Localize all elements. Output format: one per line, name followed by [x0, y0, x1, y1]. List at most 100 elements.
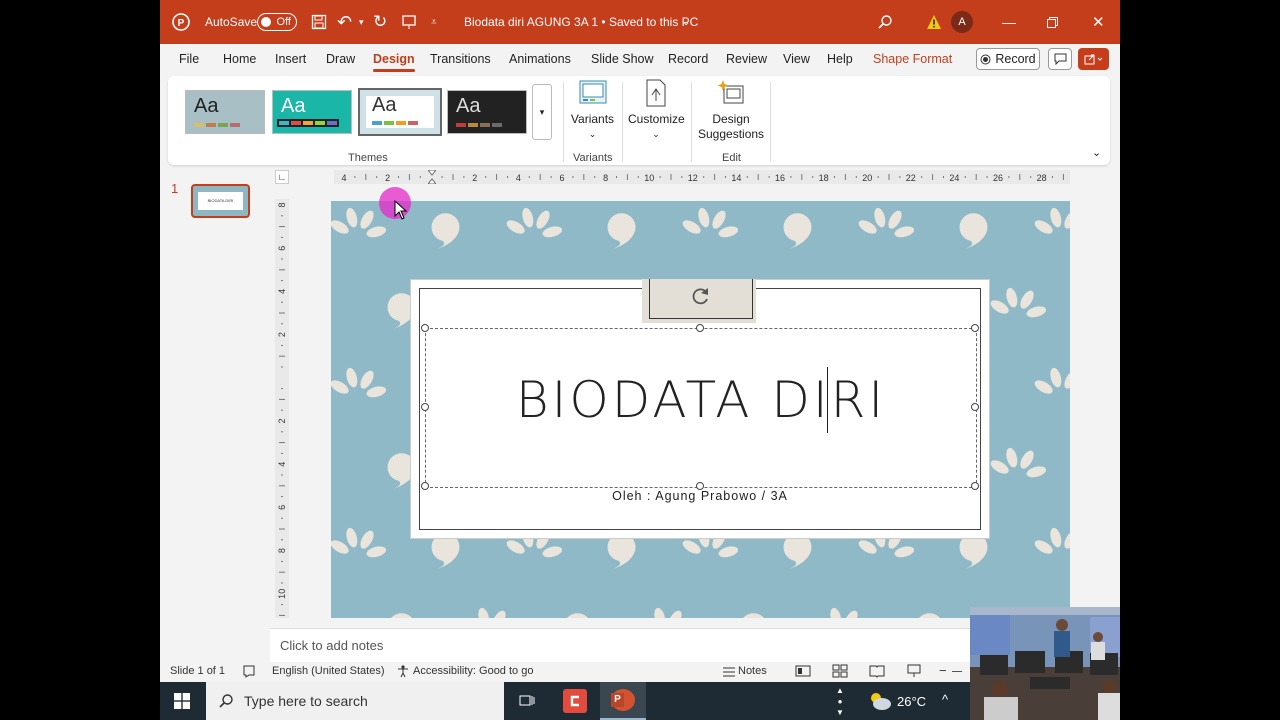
normal-view-icon[interactable] — [795, 664, 811, 681]
restore-icon[interactable] — [1047, 0, 1058, 44]
close-icon[interactable]: ✕ — [1092, 0, 1105, 44]
windows-start-icon[interactable] — [174, 693, 190, 712]
slide-count: Slide 1 of 1 — [170, 665, 226, 677]
theme-thumbnail-3-selected[interactable]: Aa — [358, 88, 442, 136]
language[interactable]: English (United States) — [272, 665, 385, 677]
tab-selector[interactable]: ∟ — [275, 170, 289, 184]
leaf-motif — [1034, 207, 1070, 234]
customize-toolbar-icon[interactable]: ⩡ — [431, 0, 437, 44]
redo-icon[interactable]: ↻ — [373, 0, 387, 44]
paisley-motif — [919, 613, 940, 618]
ruler-label: 10 — [644, 173, 654, 183]
tab-design[interactable]: Design — [373, 44, 415, 74]
minimize-icon[interactable]: — — [1002, 0, 1016, 44]
weather-icon[interactable] — [868, 690, 892, 715]
variants-icon — [579, 80, 606, 104]
tab-review[interactable]: Review — [726, 44, 767, 74]
slide-canvas[interactable]: BIODATA DIRI Oleh : Agung Prabowo / 3A — [331, 201, 1070, 618]
record-button[interactable]: Record — [976, 48, 1040, 70]
resize-handle-top-right[interactable] — [971, 324, 979, 332]
task-view-icon[interactable] — [518, 692, 536, 713]
powerpoint-logo-icon: P — [172, 0, 190, 44]
reading-view-icon[interactable] — [869, 664, 885, 681]
account-avatar[interactable]: A — [951, 11, 973, 33]
vertical-ruler-ticks: 8 6 4 2 2 4 6 8 10 — [277, 202, 287, 627]
theme-thumbnail-1[interactable]: Aa — [185, 90, 265, 134]
theme-thumbnail-4[interactable]: Aa — [447, 90, 527, 134]
tab-help[interactable]: Help — [827, 44, 853, 74]
undo-dropdown-icon[interactable]: ▾ — [359, 0, 364, 44]
tab-record[interactable]: Record — [668, 44, 708, 74]
tab-animations[interactable]: Animations — [509, 44, 571, 74]
leaf-motif — [1034, 527, 1070, 554]
undo-icon[interactable]: ↶ — [337, 0, 352, 44]
variants-button[interactable]: Variants ⌄ — [570, 78, 615, 142]
present-icon[interactable] — [401, 0, 417, 44]
right-black-border — [1120, 0, 1280, 682]
comment-icon — [1054, 53, 1066, 65]
tab-slide-show[interactable]: Slide Show — [591, 44, 654, 74]
slide-title[interactable]: BIODATA DIRI — [426, 371, 976, 429]
taskbar-search-box[interactable]: Type here to search — [206, 682, 504, 720]
mouse-pointer-icon — [394, 199, 408, 223]
ruler-label: 4 — [516, 173, 521, 183]
tab-view[interactable]: View — [783, 44, 810, 74]
title-placeholder-selection[interactable]: BIODATA DIRI — [425, 328, 977, 488]
leaf-motif — [331, 527, 387, 558]
notes-button[interactable]: Notes — [738, 665, 767, 677]
tray-chevron-up-icon[interactable]: ^ — [942, 692, 948, 707]
resize-handle-top-left[interactable] — [421, 324, 429, 332]
spellcheck-icon[interactable] — [242, 664, 256, 681]
title-bar: P AutoSave Off ↶ ▾ ↻ ⩡ Biodata diri AGUN… — [160, 0, 1120, 44]
slide-subtitle[interactable]: Oleh : Agung Prabowo / 3A — [410, 489, 990, 503]
variants-chevron-icon: ⌄ — [588, 129, 597, 139]
slide-sorter-icon[interactable] — [832, 664, 848, 681]
scroll-arrows-icon[interactable]: ▲ ● ▼ — [835, 685, 845, 720]
search-icon[interactable] — [877, 0, 893, 44]
zoom-slider[interactable] — [952, 671, 962, 672]
theme-sample-text: Aa — [456, 95, 481, 117]
ruler-label: 22 — [906, 173, 916, 183]
tab-transitions[interactable]: Transitions — [430, 44, 491, 74]
customize-button[interactable]: Customize ⌄ — [628, 78, 685, 142]
slide-thumbnail-1[interactable]: BIODATA DIRI — [191, 184, 250, 218]
leaf-motif — [1034, 367, 1070, 394]
screen-recorder-app-icon[interactable] — [563, 689, 587, 713]
notes-placeholder[interactable]: Click to add notes — [280, 638, 383, 653]
notes-icon — [722, 664, 736, 681]
design-suggestions-button[interactable]: Design Suggestions — [698, 78, 764, 142]
ruler-label: 18 — [819, 173, 829, 183]
theme-sample-text: Aa — [194, 95, 219, 117]
themes-more-button[interactable]: ▾ — [532, 84, 552, 140]
autosave-toggle[interactable]: Off — [257, 13, 297, 31]
resize-handle-right[interactable] — [971, 403, 979, 411]
tab-draw[interactable]: Draw — [326, 44, 355, 74]
powerpoint-taskbar-button[interactable]: P — [600, 682, 646, 720]
document-title[interactable]: Biodata diri AGUNG 3A 1 • Saved to this … — [464, 0, 698, 44]
svg-text:P: P — [178, 18, 185, 29]
indent-marker[interactable] — [426, 169, 438, 185]
ruler-label: 8 — [603, 173, 608, 183]
warning-icon[interactable] — [926, 0, 942, 44]
tab-shape-format[interactable]: Shape Format — [873, 44, 952, 74]
slideshow-view-icon[interactable] — [906, 664, 922, 681]
collapse-ribbon-icon[interactable]: ⌄ — [1092, 146, 1101, 159]
theme-thumbnail-2[interactable]: Aa — [272, 90, 352, 134]
rotate-handle-icon[interactable] — [689, 285, 711, 310]
comments-button[interactable] — [1048, 48, 1072, 70]
title-chevron-down-icon[interactable]: ⌄ — [682, 0, 690, 44]
save-icon[interactable] — [311, 0, 327, 44]
ruler-label: 6 — [559, 173, 564, 183]
tab-file[interactable]: File — [179, 44, 199, 74]
ruler-label: 28 — [1037, 173, 1047, 183]
share-button[interactable] — [1078, 48, 1109, 70]
resize-handle-top[interactable] — [696, 324, 704, 332]
resize-handle-left[interactable] — [421, 403, 429, 411]
tab-insert[interactable]: Insert — [275, 44, 306, 74]
accessibility-status[interactable]: Accessibility: Good to go — [413, 665, 533, 677]
ruler-label: 4 — [277, 289, 287, 294]
zoom-out-icon[interactable]: − — [939, 663, 947, 678]
tab-home[interactable]: Home — [223, 44, 256, 74]
leaf-motif — [654, 607, 682, 618]
ruler-label: 20 — [862, 173, 872, 183]
